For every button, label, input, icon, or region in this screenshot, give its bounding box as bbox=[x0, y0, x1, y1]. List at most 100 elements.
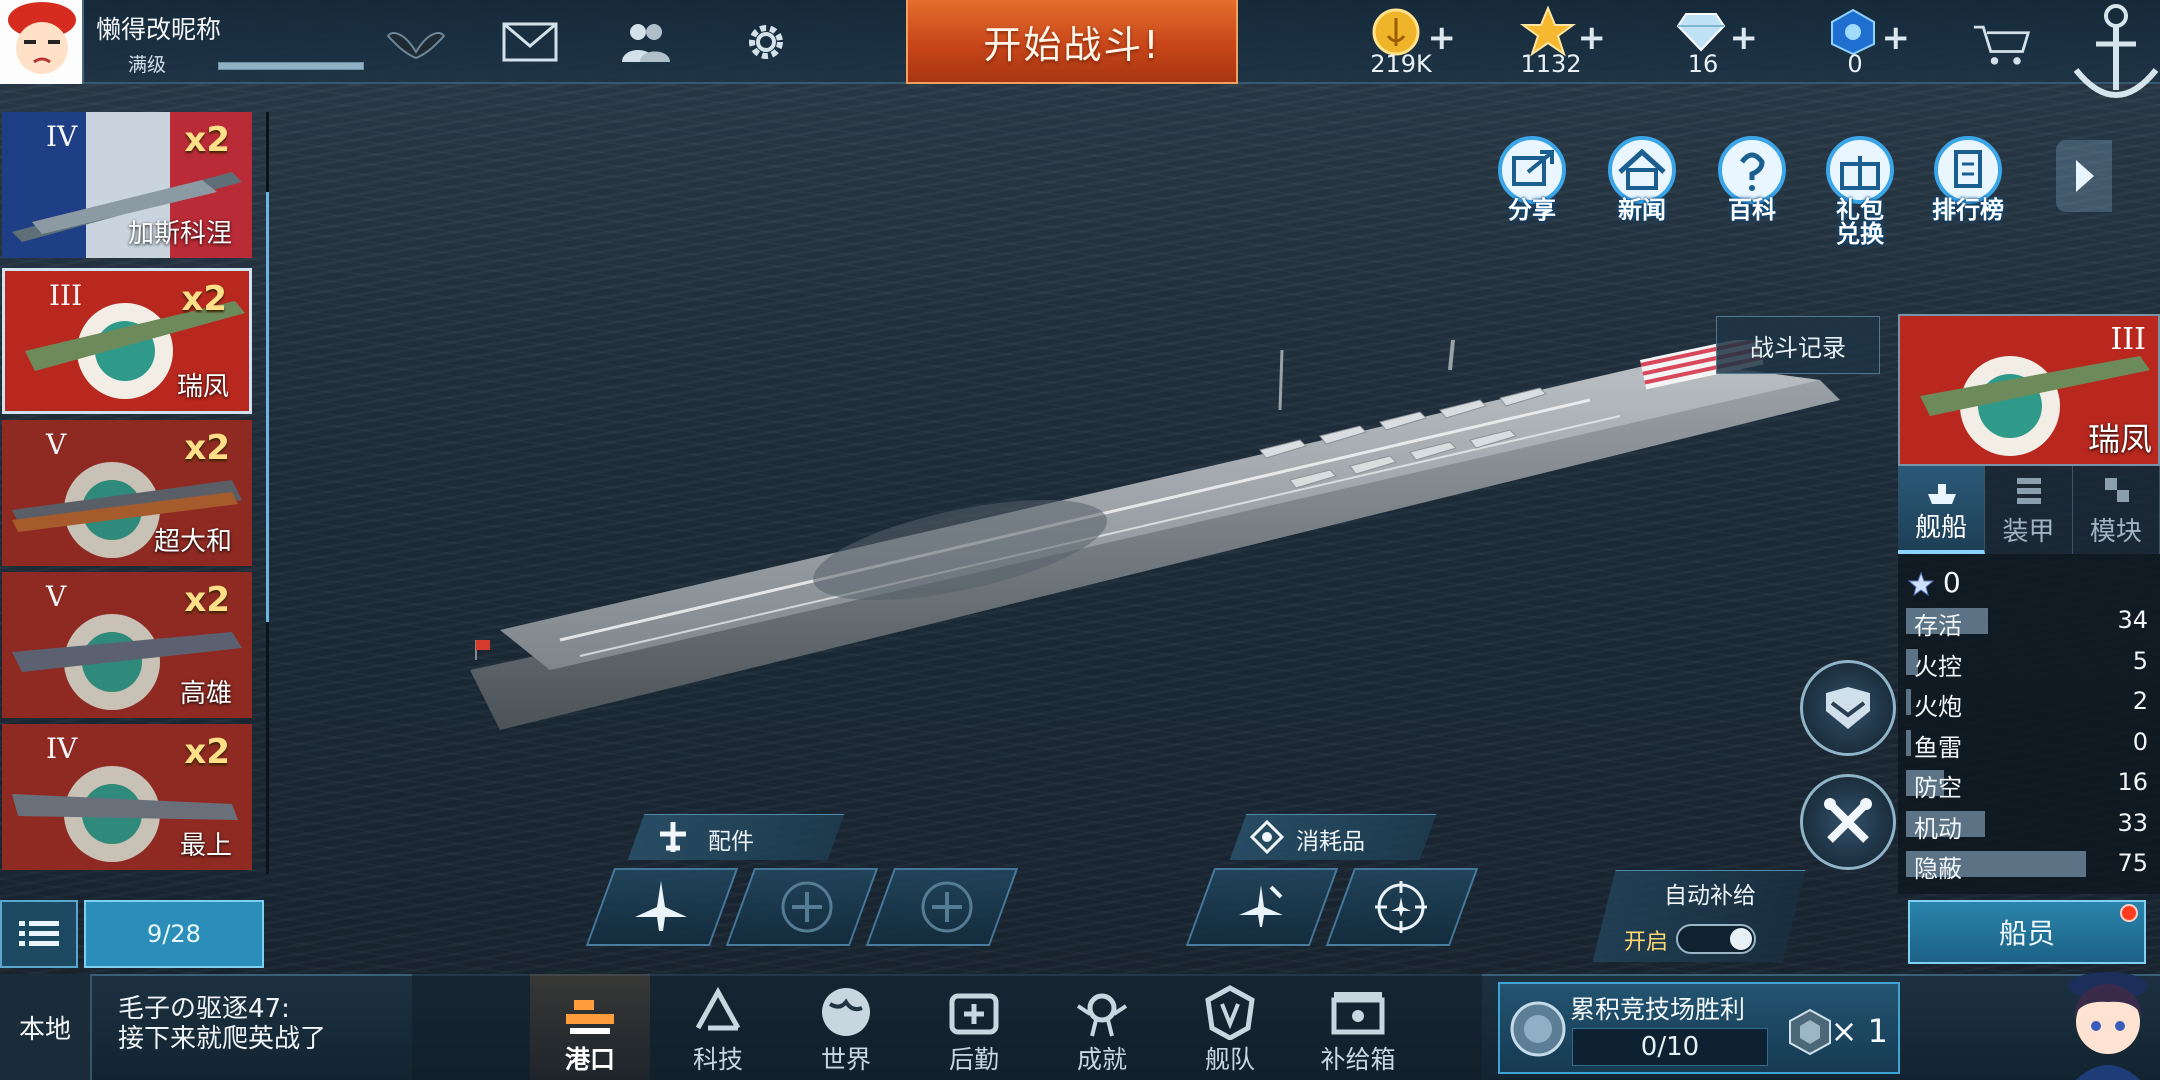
stat-value: 34 bbox=[2117, 606, 2148, 634]
consumables-label: 消耗品 bbox=[1296, 829, 1365, 855]
arena-progress: 0/10 bbox=[1572, 1028, 1768, 1066]
stat-row: 隐蔽 75 bbox=[1906, 849, 2152, 883]
ship-list-menu-button[interactable] bbox=[0, 900, 78, 968]
stat-row: 机动 33 bbox=[1906, 809, 2152, 843]
plane-part-icon bbox=[660, 822, 686, 852]
chat-line: 毛子の驱逐47: bbox=[118, 994, 290, 1024]
stat-name: 隐蔽 bbox=[1914, 855, 1962, 883]
tab-armor[interactable]: 装甲 bbox=[1985, 466, 2073, 554]
star-value: 1132 bbox=[1520, 50, 1582, 78]
ship-xp-multiplier: x2 bbox=[184, 732, 230, 772]
add-slot-icon bbox=[912, 872, 982, 942]
diamond-value: 16 bbox=[1687, 50, 1719, 78]
nav-port[interactable]: 港口 bbox=[530, 974, 650, 1080]
stat-bar bbox=[1906, 729, 1912, 756]
settings-gear-icon[interactable] bbox=[736, 16, 796, 68]
ship-tier: III bbox=[49, 279, 83, 312]
menu-gift-redeem[interactable]: 礼包 兑换 bbox=[1818, 136, 1902, 246]
stat-value: 75 bbox=[2117, 849, 2148, 877]
ship-card[interactable]: IV x2 加斯科涅 bbox=[2, 112, 252, 258]
rank-wings-icon[interactable] bbox=[386, 16, 446, 68]
currency-gold[interactable]: + 219K bbox=[1346, 4, 1456, 80]
logistics-icon bbox=[949, 993, 999, 1035]
ship-card[interactable]: IV x2 最上 bbox=[2, 724, 252, 870]
ship-xp-multiplier: x2 bbox=[184, 428, 230, 468]
supply-box-icon bbox=[1331, 992, 1385, 1035]
battle-log-button[interactable]: 战斗记录 bbox=[1716, 316, 1880, 374]
ship-list-scroll-thumb[interactable] bbox=[266, 192, 269, 622]
camo-button[interactable] bbox=[1800, 660, 1896, 756]
nav-tech[interactable]: 科技 bbox=[658, 974, 778, 1080]
chat-message[interactable]: 毛子の驱逐47: 接下来就爬英战了 bbox=[118, 994, 326, 1054]
parts-label: 配件 bbox=[708, 829, 754, 855]
nav-fleet[interactable]: 舰队 bbox=[1170, 974, 1290, 1080]
player-avatar[interactable] bbox=[0, 0, 84, 84]
tech-icon bbox=[695, 986, 741, 1031]
tab-module[interactable]: 模块 bbox=[2072, 466, 2160, 554]
tab-ship[interactable]: 舰船 bbox=[1898, 466, 1986, 554]
selected-ship-thumbnail[interactable]: III 瑞凤 bbox=[1898, 314, 2160, 466]
start-battle-button[interactable]: 开始战斗! bbox=[906, 0, 1238, 84]
ship-list: IV x2 加斯科涅 III x2 瑞凤 V x2 超大和 V x2 高雄 IV… bbox=[0, 112, 270, 874]
menu-expand-arrow-icon[interactable] bbox=[2056, 140, 2112, 212]
target-plane-icon bbox=[1366, 872, 1436, 942]
menu-leaderboard[interactable]: 排行榜 bbox=[1926, 136, 2010, 234]
plane-repair-icon bbox=[1226, 872, 1296, 942]
anchor-emblem-icon[interactable] bbox=[2066, 0, 2160, 110]
stat-name: 防空 bbox=[1914, 774, 1962, 802]
arena-reward-multiplier: × 1 bbox=[1830, 1012, 1888, 1050]
menu-share[interactable]: 分享 bbox=[1490, 136, 1574, 234]
ship-tier: V bbox=[46, 428, 67, 461]
currency-medal[interactable]: + 0 bbox=[1800, 4, 1910, 80]
reward-crate-icon bbox=[1789, 1008, 1831, 1056]
crew-button[interactable]: 船员 bbox=[1908, 900, 2146, 964]
ship-card[interactable]: V x2 超大和 bbox=[2, 420, 252, 566]
ship-card[interactable]: III x2 瑞凤 bbox=[2, 268, 252, 414]
menu-gift-redeem-label: 礼包 兑换 bbox=[1836, 196, 1884, 248]
silver-star-icon bbox=[1907, 571, 1935, 597]
chat-channel-local-button[interactable]: 本地 bbox=[0, 974, 92, 1080]
nav-world[interactable]: 世界 bbox=[786, 974, 906, 1080]
ship-star-count: 0 bbox=[1907, 566, 1961, 599]
nav-supply-box[interactable]: 补给箱 bbox=[1298, 974, 1418, 1080]
world-globe-icon bbox=[822, 988, 870, 1036]
arena-globe-icon bbox=[1510, 1001, 1566, 1057]
advisor-portrait[interactable] bbox=[2052, 966, 2160, 1080]
module-icon bbox=[2104, 478, 2129, 502]
stat-row: 鱼雷 0 bbox=[1906, 728, 2152, 762]
top-bar: 懒得改昵称 满级 开始战斗! + 219K + 1132 + 16 + 0 bbox=[0, 0, 2160, 84]
stat-row: 存活 34 bbox=[1906, 606, 2152, 640]
ship-card[interactable]: V x2 高雄 bbox=[2, 572, 252, 718]
mail-icon[interactable] bbox=[500, 16, 560, 68]
menu-news-label: 新闻 bbox=[1618, 196, 1666, 224]
auto-supply-state: 开启 bbox=[1624, 930, 1669, 955]
arena-title: 累积竞技场胜利 bbox=[1570, 995, 1746, 1024]
menu-encyclopedia[interactable]: 百科 bbox=[1710, 136, 1794, 234]
nav-supply-box-label: 补给箱 bbox=[1320, 1045, 1396, 1074]
nav-port-label: 港口 bbox=[564, 1045, 615, 1074]
currency-star[interactable]: + 1132 bbox=[1496, 4, 1606, 80]
fleet-icon bbox=[1205, 985, 1255, 1040]
nav-logistics[interactable]: 后勤 bbox=[914, 974, 1034, 1080]
ship-xp-multiplier: x2 bbox=[184, 580, 230, 620]
consumables-icon bbox=[1250, 820, 1284, 854]
friends-icon[interactable] bbox=[616, 16, 676, 68]
arena-victory-task[interactable]: 累积竞技场胜利 0/10 × 1 bbox=[1498, 982, 1900, 1074]
nav-logistics-label: 后勤 bbox=[948, 1045, 999, 1074]
ship-info-tabs: 舰船 装甲 模块 bbox=[1898, 466, 2160, 554]
xp-fill bbox=[219, 63, 363, 69]
ship-name: 加斯科涅 bbox=[127, 219, 232, 249]
nav-world-label: 世界 bbox=[820, 1045, 871, 1074]
selected-ship-tier: III bbox=[2110, 322, 2146, 357]
currency-diamond[interactable]: + 16 bbox=[1648, 4, 1758, 80]
repair-tools-button[interactable] bbox=[1800, 774, 1896, 870]
nav-achievement[interactable]: 成就 bbox=[1042, 974, 1162, 1080]
auto-supply-toggle[interactable] bbox=[1676, 924, 1756, 954]
menu-encyclopedia-label: 百科 bbox=[1728, 196, 1776, 224]
shop-cart-icon[interactable] bbox=[1972, 18, 2032, 70]
menu-news[interactable]: 新闻 bbox=[1600, 136, 1684, 234]
player-level: 满级 bbox=[128, 54, 167, 76]
ship-name: 瑞凤 bbox=[176, 372, 229, 402]
blue-medal-icon bbox=[1831, 8, 1875, 56]
ship-xp-multiplier: x2 bbox=[184, 120, 230, 160]
